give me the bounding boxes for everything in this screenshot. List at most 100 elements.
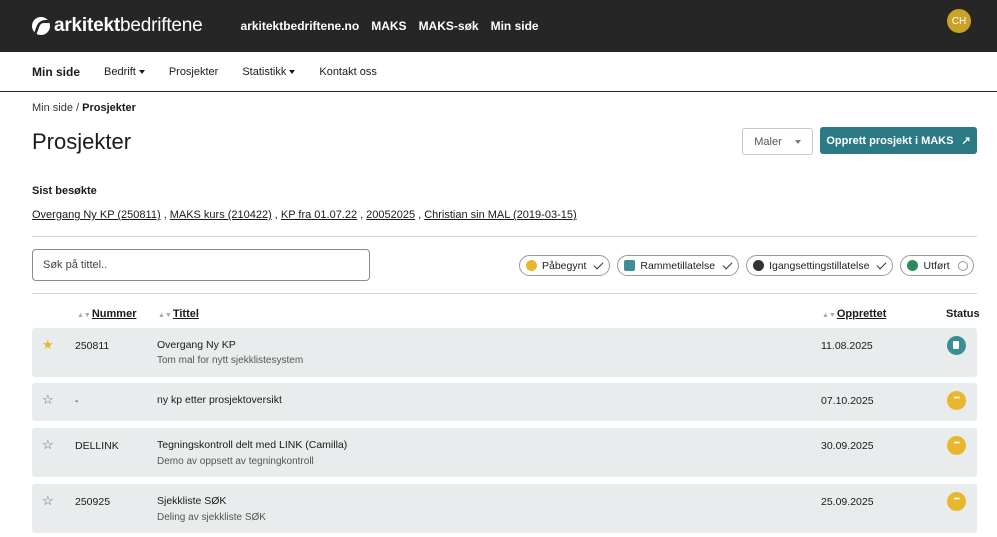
radio-icon [957, 260, 968, 271]
filter-label: Påbegynt [542, 259, 587, 272]
subnav-item-statistikk[interactable]: Statistikk [242, 65, 296, 78]
star-outline-icon[interactable]: ☆ [42, 493, 54, 509]
chevron-down-icon [138, 69, 145, 74]
recent-list: Overgang Ny KP (250811), MAKS kurs (2104… [32, 209, 577, 221]
table-row[interactable]: ☆ - ny kp etter prosjektoversikt 07.10.2… [32, 383, 977, 421]
row-created: 30.09.2025 [821, 440, 874, 452]
filter-label: Rammetillatelse [640, 259, 716, 272]
recent-separator: , [163, 209, 167, 221]
recent-link[interactable]: Overgang Ny KP (250811) [32, 209, 161, 221]
divider [32, 236, 977, 237]
row-number: DELLINK [75, 440, 119, 452]
recent-separator: , [418, 209, 422, 221]
check-icon [877, 259, 887, 269]
top-links: arkitektbedriftene.no MAKS MAKS-søk Min … [241, 19, 539, 33]
recent-heading: Sist besøkte [32, 185, 97, 197]
row-description: Demo av oppsett av tegningkontroll [157, 456, 314, 467]
maler-label: Maler [754, 135, 782, 148]
status-pabegynt-icon [947, 492, 966, 511]
external-link-icon: ↗ [961, 135, 971, 147]
subnav-label: Prosjekter [168, 65, 219, 78]
recent-link[interactable]: 20052025 [366, 209, 415, 221]
header-opprettet[interactable]: ▲▼Opprettet [822, 308, 886, 320]
filter-pabegynt[interactable]: Påbegynt [519, 255, 611, 276]
logo-text-bold: arkitekt [54, 15, 120, 36]
row-created: 11.08.2025 [821, 340, 873, 352]
top-link-arkitektbedriftene[interactable]: arkitektbedriftene.no [241, 19, 360, 33]
logo-icon [32, 17, 50, 35]
table-row[interactable]: ☆ 250925 Sjekkliste SØK Deling av sjekkl… [32, 484, 977, 533]
row-title: Overgang Ny KP [157, 339, 236, 351]
row-description: Deling av sjekkliste SØK [157, 512, 266, 523]
chevron-down-icon [794, 139, 801, 144]
status-pabegynt-icon [947, 391, 966, 410]
star-outline-icon[interactable]: ☆ [42, 392, 54, 408]
subnav-label: Statistikk [242, 65, 287, 78]
recent-link[interactable]: KP fra 01.07.22 [281, 209, 357, 221]
header-status: Status [946, 308, 980, 320]
status-rammetillatelse-icon [947, 336, 966, 355]
row-created: 07.10.2025 [821, 395, 874, 407]
filter-utfort[interactable]: Utført [900, 255, 974, 276]
sub-nav: Min side Bedrift Prosjekter Statistikk K… [0, 52, 997, 92]
row-number: 250811 [75, 340, 110, 352]
logo-text-light: bedriftene [120, 15, 203, 36]
row-title: Sjekkliste SØK [157, 495, 227, 507]
subnav-item-prosjekter[interactable]: Prosjekter [169, 66, 219, 78]
logo[interactable]: arkitekt bedriftene [32, 15, 203, 37]
document-icon [624, 260, 636, 271]
recent-separator: , [274, 209, 278, 221]
filter-igangsettingstillatelse[interactable]: Igangsettingstillatelse [746, 255, 894, 276]
status-filters: Påbegynt Rammetillatelse Igangsettingsti… [519, 255, 974, 276]
sort-icon: ▲▼ [158, 312, 172, 319]
header-tittel[interactable]: ▲▼Tittel [158, 308, 199, 320]
table-row[interactable]: ☆ DELLINK Tegningskontroll delt med LINK… [32, 428, 977, 477]
breadcrumb-current: Prosjekter [82, 102, 136, 114]
igangsetting-icon [753, 260, 765, 271]
chevron-down-icon [289, 69, 296, 74]
row-title: Tegningskontroll delt med LINK (Camilla) [157, 439, 348, 451]
create-project-button[interactable]: Opprett prosjekt i MAKS ↗ [820, 127, 977, 154]
row-title: ny kp etter prosjektoversikt [157, 394, 282, 406]
header-label: Nummer [91, 308, 137, 320]
subnav-item-min-side[interactable]: Min side [32, 65, 80, 79]
pabegynt-icon [526, 260, 537, 271]
maler-dropdown[interactable]: Maler [742, 128, 813, 155]
recent-link[interactable]: Christian sin MAL (2019-03-15) [424, 209, 576, 221]
filter-label: Igangsettingstillatelse [769, 259, 870, 272]
top-link-maks-sok[interactable]: MAKS-søk [419, 19, 479, 33]
row-number: - [75, 395, 79, 407]
sort-icon: ▲▼ [822, 312, 836, 319]
filter-rammetillatelse[interactable]: Rammetillatelse [617, 255, 740, 276]
subnav-label: Kontakt oss [319, 65, 377, 78]
checkmark-circle-icon [907, 260, 919, 271]
top-link-min-side[interactable]: Min side [491, 19, 539, 33]
divider [32, 293, 977, 294]
recent-separator: , [360, 209, 364, 221]
subnav-label: Min side [32, 64, 81, 79]
status-pabegynt-icon [947, 436, 966, 455]
subnav-item-bedrift[interactable]: Bedrift [104, 66, 145, 78]
sort-icon: ▲▼ [77, 312, 91, 319]
table-row[interactable]: ★ 250811 Overgang Ny KP Tom mal for nytt… [32, 328, 977, 377]
star-filled-icon[interactable]: ★ [42, 337, 54, 353]
avatar[interactable]: CH [947, 9, 971, 33]
row-number: 250925 [75, 496, 111, 508]
search-placeholder: Søk på tittel.. [43, 259, 108, 271]
star-outline-icon[interactable]: ☆ [42, 437, 54, 453]
top-bar: arkitekt bedriftene arkitektbedriftene.no… [0, 0, 997, 52]
row-created: 25.09.2025 [821, 496, 874, 508]
header-label: Tittel [172, 308, 199, 320]
recent-link[interactable]: MAKS kurs (210422) [170, 209, 272, 221]
breadcrumb-root[interactable]: Min side [32, 102, 73, 114]
check-icon [722, 259, 733, 269]
breadcrumb-separator: / [72, 102, 83, 114]
header-label: Opprettet [836, 308, 887, 320]
breadcrumb: Min side / Prosjekter [32, 102, 136, 114]
page-title: Prosjekter [32, 129, 132, 154]
search-input[interactable]: Søk på tittel.. [32, 249, 370, 281]
create-project-label: Opprett prosjekt i MAKS [826, 134, 954, 147]
top-link-maks[interactable]: MAKS [371, 19, 406, 33]
subnav-item-kontakt[interactable]: Kontakt oss [319, 66, 376, 78]
header-nummer[interactable]: ▲▼Nummer [77, 308, 136, 320]
